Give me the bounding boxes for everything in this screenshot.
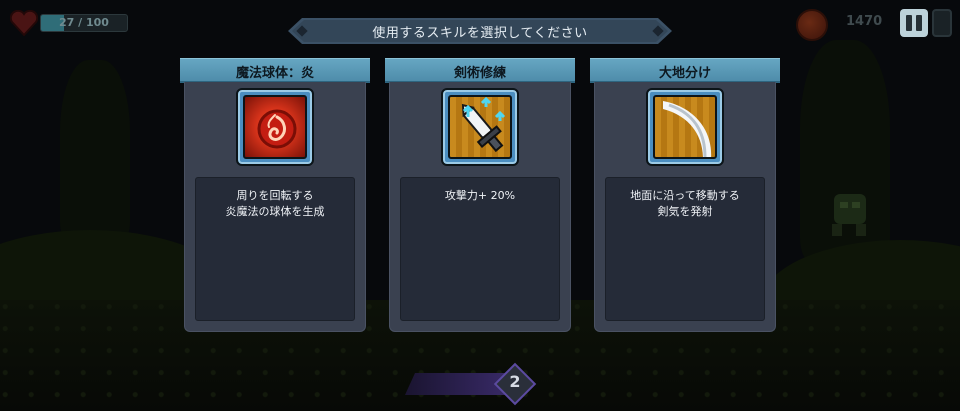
menu-button[interactable] bbox=[932, 9, 952, 37]
skill-card-fire-orb[interactable]: 魔法球体：炎 周りを回転する 炎魔法の球体を生成 bbox=[180, 58, 370, 332]
health-text: 27 / 100 bbox=[59, 16, 109, 29]
skill-card-body: 地面に沿って移動する 剣気を発射 bbox=[594, 82, 776, 332]
instruction-banner: 使用するスキルを選択してください bbox=[288, 18, 672, 44]
health-bar: 27 / 100 bbox=[40, 14, 128, 32]
skill-title: 剣術修練 bbox=[453, 65, 506, 81]
skill-description-line: 攻撃力+ 20% bbox=[444, 189, 516, 202]
skill-icon-frame bbox=[646, 88, 724, 166]
enemy-sprite bbox=[832, 194, 866, 236]
skill-card-body: 周りを回転する 炎魔法の球体を生成 bbox=[184, 82, 366, 332]
banner-text: 使用するスキルを選択してください bbox=[372, 25, 588, 41]
skill-icon-frame bbox=[236, 88, 314, 166]
pause-button[interactable] bbox=[900, 9, 928, 37]
skill-description-box: 攻撃力+ 20% bbox=[400, 177, 560, 321]
skill-description-box: 周りを回転する 炎魔法の球体を生成 bbox=[195, 177, 355, 321]
reroll-count: 2 bbox=[509, 372, 521, 391]
skill-card-sword-training[interactable]: 剣術修練 攻撃力+ 20% bbox=[385, 58, 575, 332]
skill-icon-frame bbox=[441, 88, 519, 166]
skill-card-earth-split[interactable]: 大地分け 地面に沿って移動する 剣気を発射 bbox=[590, 58, 780, 332]
coin-icon bbox=[796, 9, 828, 41]
earth-slash-icon bbox=[663, 101, 712, 157]
skill-description-line: 炎魔法の球体を生成 bbox=[225, 205, 325, 218]
sword-upgrade-icon bbox=[461, 97, 506, 153]
pause-icon-bar bbox=[916, 15, 922, 31]
skill-description-box: 地面に沿って移動する 剣気を発射 bbox=[605, 177, 765, 321]
skill-description-line: 剣気を発射 bbox=[657, 205, 713, 218]
coin-count: 1470 bbox=[846, 14, 883, 29]
skill-title: 魔法球体：炎 bbox=[235, 65, 314, 81]
skill-title: 大地分け bbox=[658, 65, 711, 81]
skill-card-tab: 大地分け bbox=[590, 58, 780, 83]
fire-orb-icon bbox=[257, 109, 297, 149]
skill-description-line: 地面に沿って移動する bbox=[630, 189, 740, 202]
skill-card-tab: 魔法球体：炎 bbox=[180, 58, 370, 83]
skill-card-tab: 剣術修練 bbox=[385, 58, 575, 83]
pause-icon-bar bbox=[906, 15, 912, 31]
skill-card-body: 攻撃力+ 20% bbox=[389, 82, 571, 332]
skill-description-line: 周りを回転する bbox=[236, 189, 314, 202]
heart-icon bbox=[10, 10, 38, 36]
